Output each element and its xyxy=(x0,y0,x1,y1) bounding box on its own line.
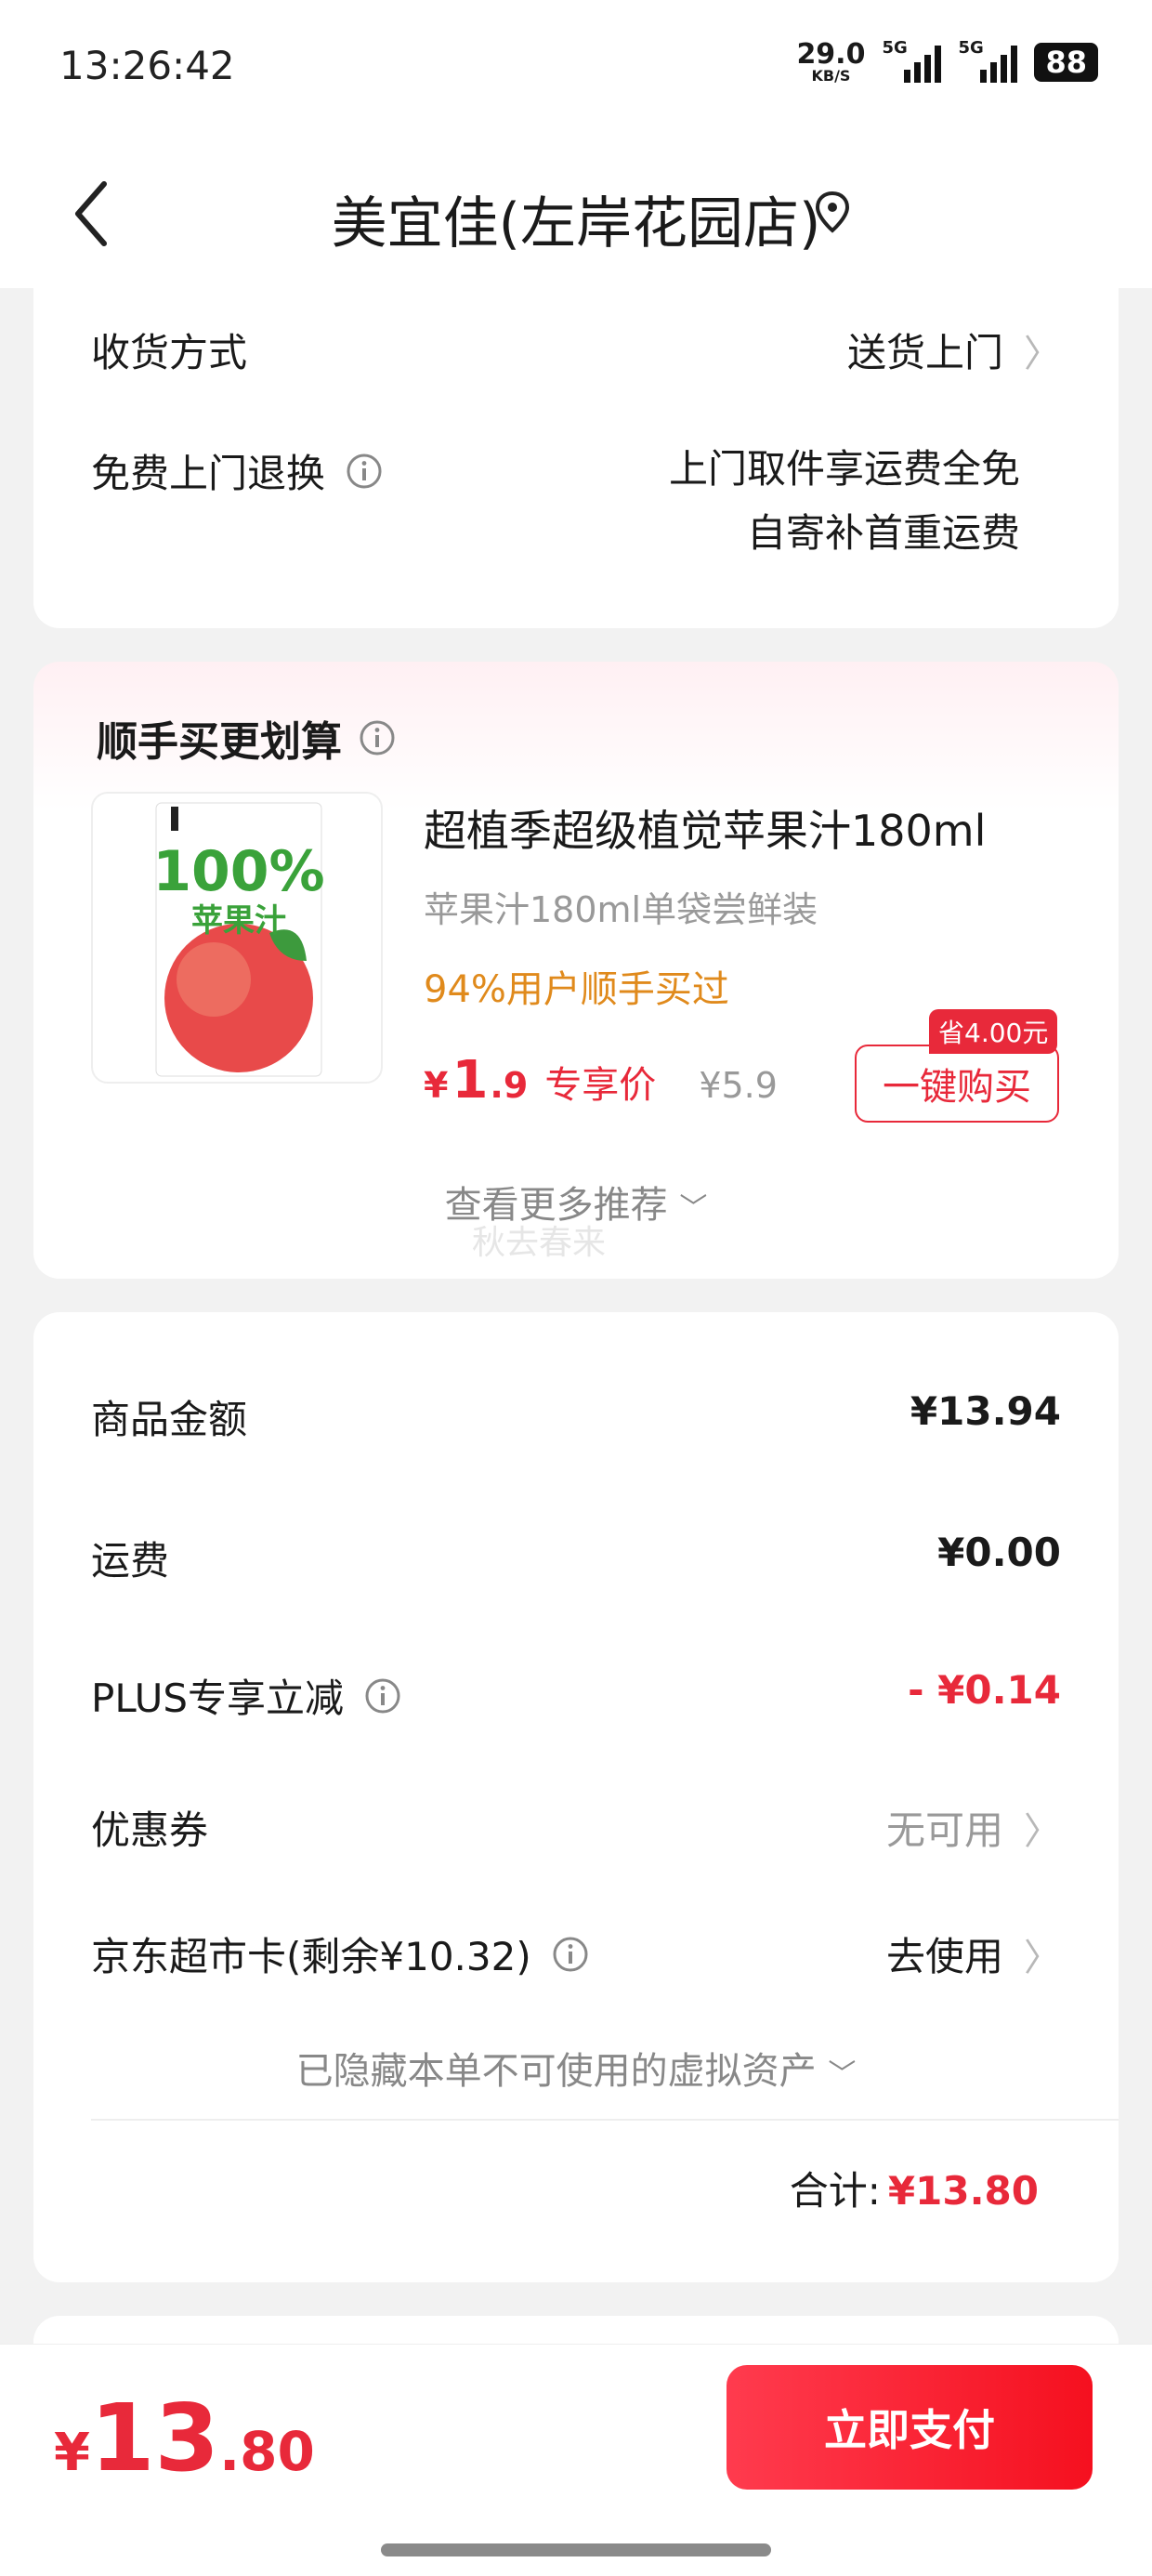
order-summary-card: 商品金额 ¥13.94 运费 ¥0.00 PLUS专享立减 - ¥0.14 优惠… xyxy=(33,1312,1119,2282)
location-pin-icon[interactable] xyxy=(814,190,851,236)
product-price: ¥ 1 .9 专享价 ¥5.9 xyxy=(424,1050,778,1111)
recommend-card: 顺手买更划算 100% 苹果汁 超植季超级植觉苹果汁180ml 苹果汁180ml… xyxy=(33,662,1119,1279)
plus-discount-value: - ¥0.14 xyxy=(908,1667,1061,1713)
recommend-title-text: 顺手买更划算 xyxy=(97,718,342,766)
supermarket-card-label: 京东超市卡(剩余¥10.32) xyxy=(91,1934,531,1979)
product-tip: 94%用户顺手买过 xyxy=(424,968,729,1011)
info-icon[interactable] xyxy=(552,1936,589,1973)
checkout-price-decimal: .80 xyxy=(219,2420,315,2483)
coupon-row[interactable]: 优惠券 无可用 〉 xyxy=(91,1799,1061,1856)
signal-icon: 5G xyxy=(882,38,942,83)
save-badge: 省4.00元 xyxy=(929,1009,1058,1054)
delivery-method-value: 送货上门 xyxy=(846,330,1003,375)
network-speed: 29.0 KB/S xyxy=(796,41,865,84)
checkout-price-integer: 13 xyxy=(89,2384,220,2492)
package-big-text: 100% xyxy=(152,839,324,904)
supermarket-card-value: 去使用 xyxy=(885,1934,1003,1979)
chevron-right-icon: 〉 xyxy=(1024,332,1061,375)
free-return-label: 免费上门退换 xyxy=(91,451,326,496)
delivery-method-row[interactable]: 收货方式 送货上门 〉 xyxy=(91,322,1061,378)
goods-amount-value: ¥13.94 xyxy=(910,1388,1061,1434)
product-name[interactable]: 超植季超级植觉苹果汁180ml xyxy=(424,797,986,859)
chevron-down-icon: ﹀ xyxy=(828,2058,857,2091)
delivery-method-label: 收货方式 xyxy=(91,330,248,375)
nav-bar: 美宜佳(左岸花园店) xyxy=(0,139,1152,288)
network-speed-value: 29.0 xyxy=(796,38,866,71)
watermark: 秋去春来 xyxy=(471,1224,606,1262)
plus-discount-label: PLUS专享立减 xyxy=(91,1676,345,1721)
shipping-label: 运费 xyxy=(91,1538,170,1584)
price-tag: 专享价 xyxy=(544,1064,657,1107)
plus-discount-row: PLUS专享立减 - ¥0.14 xyxy=(91,1667,1061,1724)
product-image[interactable]: 100% 苹果汁 xyxy=(91,792,383,1084)
coupon-value: 无可用 xyxy=(885,1807,1003,1853)
status-bar: 13:26:42 29.0 KB/S 5G 5G 88 xyxy=(0,0,1152,139)
info-icon[interactable] xyxy=(364,1677,401,1715)
info-icon[interactable] xyxy=(359,719,396,756)
hidden-assets-label: 已隐藏本单不可使用的虚拟资产 xyxy=(295,2050,817,2093)
coupon-label: 优惠券 xyxy=(91,1807,209,1853)
signal-label-2: 5G xyxy=(958,38,984,58)
juice-pack-icon: 100% 苹果汁 xyxy=(152,802,325,1077)
goods-amount-label: 商品金额 xyxy=(91,1397,248,1442)
page-title: 美宜佳(左岸花园店) xyxy=(331,191,821,256)
chevron-right-icon: 〉 xyxy=(1024,1936,1061,1979)
chevron-right-icon: 〉 xyxy=(1024,1809,1061,1853)
total-value: ¥13.80 xyxy=(887,2168,1039,2214)
divider xyxy=(91,2119,1119,2121)
free-return-line1: 上门取件享运费全免 xyxy=(668,446,1020,492)
info-icon[interactable] xyxy=(346,453,383,490)
battery-icon: 88 xyxy=(1034,43,1098,82)
signal-label: 5G xyxy=(882,38,908,58)
hidden-assets-toggle[interactable]: 已隐藏本单不可使用的虚拟资产 ﹀ xyxy=(33,2041,1119,2095)
total-label: 合计: xyxy=(789,2168,881,2214)
one-click-buy-button[interactable]: 一键购买 xyxy=(855,1045,1059,1123)
network-speed-unit: KB/S xyxy=(811,67,851,85)
package-sub-text: 苹果汁 xyxy=(191,902,286,940)
shipping-row: 运费 ¥0.00 xyxy=(91,1530,1061,1586)
original-price: ¥5.9 xyxy=(699,1065,778,1106)
status-time: 13:26:42 xyxy=(59,43,235,88)
pay-now-button[interactable]: 立即支付 xyxy=(727,2365,1093,2490)
price-decimal: .9 xyxy=(490,1065,529,1106)
price-integer: 1 xyxy=(452,1050,489,1111)
checkout-bar: ¥ 13 .80 立即支付 xyxy=(0,2344,1152,2576)
product-spec: 苹果汁180ml单袋尝鲜装 xyxy=(424,889,818,930)
total-row: 合计: ¥13.80 xyxy=(790,2160,1039,2216)
signal-icon-2: 5G xyxy=(958,38,1018,83)
free-return-row: 免费上门退换 上门取件享运费全免 自寄补首重运费 xyxy=(91,442,1020,561)
delivery-card: 收货方式 送货上门 〉 免费上门退换 上门取件享运费全免 自寄补首重运费 xyxy=(33,288,1119,628)
checkout-price: ¥ 13 .80 xyxy=(54,2384,315,2492)
checkout-price-symbol: ¥ xyxy=(54,2423,90,2483)
home-indicator[interactable] xyxy=(381,2543,771,2556)
shipping-value: ¥0.00 xyxy=(937,1530,1061,1575)
status-icons: 29.0 KB/S 5G 5G 88 xyxy=(796,38,1098,84)
supermarket-card-row[interactable]: 京东超市卡(剩余¥10.32) 去使用 〉 xyxy=(91,1925,1061,1982)
free-return-line2: 自寄补首重运费 xyxy=(746,509,1020,556)
recommend-title: 顺手买更划算 xyxy=(97,708,396,768)
goods-amount-row: 商品金额 ¥13.94 xyxy=(91,1388,1061,1445)
price-symbol: ¥ xyxy=(424,1065,449,1106)
